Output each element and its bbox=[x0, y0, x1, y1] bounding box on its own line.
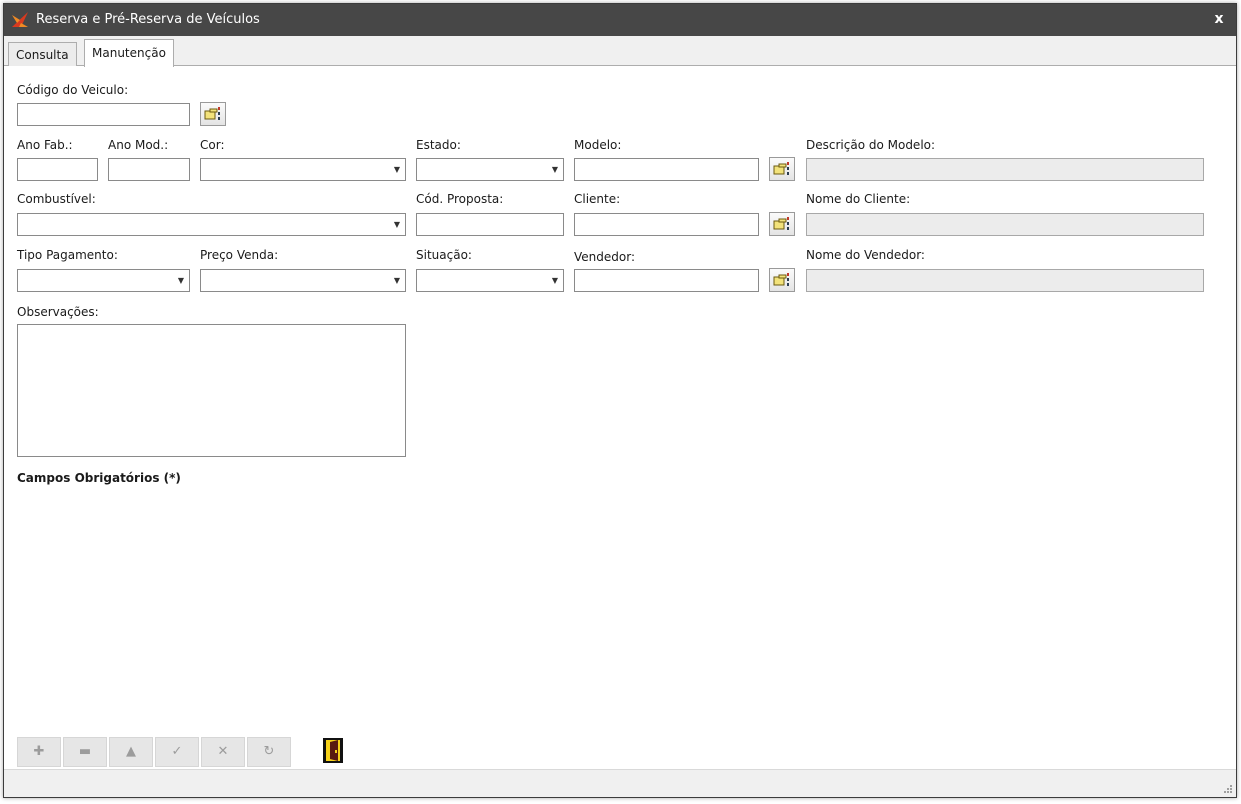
nome-cliente-label: Nome do Cliente: bbox=[806, 192, 911, 206]
ano-mod-label: Ano Mod.: bbox=[108, 138, 169, 152]
form-panel: Código do Veiculo: Ano Fab.: Ano Mod.: C… bbox=[4, 66, 1236, 706]
resize-grip-icon[interactable] bbox=[1223, 784, 1233, 794]
modelo-label: Modelo: bbox=[574, 138, 622, 152]
minus-icon: ▬ bbox=[78, 744, 92, 759]
app-logo-icon bbox=[12, 12, 28, 27]
ano-fab-label: Ano Fab.: bbox=[17, 138, 73, 152]
cliente-label: Cliente: bbox=[574, 192, 621, 206]
descricao-modelo-label: Descrição do Modelo: bbox=[806, 138, 936, 152]
combustivel-label: Combustível: bbox=[17, 192, 96, 206]
nome-vendedor-field bbox=[806, 269, 1204, 292]
triangle-up-icon: ▲ bbox=[126, 744, 136, 759]
vendedor-label: Vendedor: bbox=[574, 250, 635, 264]
refresh-button[interactable]: ↻ bbox=[247, 737, 291, 767]
edit-button[interactable]: ▲ bbox=[109, 737, 153, 767]
tab-strip: Consulta Manutenção bbox=[4, 36, 1236, 67]
vendedor-lookup-button[interactable] bbox=[769, 268, 795, 292]
check-icon: ✓ bbox=[171, 744, 183, 759]
cliente-lookup-button[interactable] bbox=[769, 212, 795, 236]
exit-door-icon bbox=[323, 738, 343, 763]
window-title: Reserva e Pré-Reserva de Veículos bbox=[36, 12, 260, 27]
modelo-input[interactable] bbox=[574, 158, 759, 181]
descricao-modelo-field bbox=[806, 158, 1204, 181]
remove-button[interactable]: ▬ bbox=[63, 737, 107, 767]
situacao-select[interactable]: ▼ bbox=[416, 269, 564, 292]
exit-button[interactable] bbox=[322, 737, 344, 764]
plus-icon: ✚ bbox=[33, 744, 45, 759]
cod-proposta-label: Cód. Proposta: bbox=[416, 192, 504, 206]
tab-consulta[interactable]: Consulta bbox=[8, 42, 77, 66]
observacoes-textarea[interactable] bbox=[17, 324, 406, 457]
combustivel-select[interactable]: ▼ bbox=[17, 213, 406, 236]
observacoes-label: Observações: bbox=[17, 305, 99, 319]
dropdown-arrow-icon: ▼ bbox=[393, 276, 400, 285]
lookup-hand-icon bbox=[773, 162, 789, 175]
codigo-veiculo-lookup-button[interactable] bbox=[200, 102, 226, 126]
confirm-button[interactable]: ✓ bbox=[155, 737, 199, 767]
nome-cliente-field bbox=[806, 213, 1204, 236]
x-icon: ✕ bbox=[217, 744, 229, 759]
lookup-hand-icon bbox=[773, 273, 789, 286]
estado-select[interactable]: ▼ bbox=[416, 158, 564, 181]
title-bar[interactable]: Reserva e Pré-Reserva de Veículos x bbox=[4, 4, 1236, 36]
cor-select[interactable]: ▼ bbox=[200, 158, 406, 181]
close-button[interactable]: x bbox=[1210, 10, 1228, 28]
dropdown-arrow-icon: ▼ bbox=[177, 276, 184, 285]
dropdown-arrow-icon: ▼ bbox=[393, 165, 400, 174]
situacao-label: Situação: bbox=[416, 248, 472, 262]
tab-manutencao[interactable]: Manutenção bbox=[84, 39, 174, 67]
cor-label: Cor: bbox=[200, 138, 225, 152]
tipo-pagamento-select[interactable]: ▼ bbox=[17, 269, 190, 292]
preco-venda-select[interactable]: ▼ bbox=[200, 269, 406, 292]
main-window: Reserva e Pré-Reserva de Veículos x Cons… bbox=[3, 3, 1237, 798]
add-button[interactable]: ✚ bbox=[17, 737, 61, 767]
codigo-veiculo-label: Código do Veiculo: bbox=[17, 83, 129, 97]
nome-vendedor-label: Nome do Vendedor: bbox=[806, 248, 925, 262]
preco-venda-label: Preço Venda: bbox=[200, 248, 279, 262]
ano-mod-input[interactable] bbox=[108, 158, 190, 181]
cliente-input[interactable] bbox=[574, 213, 759, 236]
status-bar bbox=[4, 769, 1236, 797]
dropdown-arrow-icon: ▼ bbox=[551, 165, 558, 174]
required-fields-note: Campos Obrigatórios (*) bbox=[17, 471, 181, 485]
codigo-veiculo-input[interactable] bbox=[17, 103, 190, 126]
cancel-button[interactable]: ✕ bbox=[201, 737, 245, 767]
cod-proposta-input[interactable] bbox=[416, 213, 564, 236]
modelo-lookup-button[interactable] bbox=[769, 157, 795, 181]
refresh-icon: ↻ bbox=[263, 744, 275, 759]
vendedor-input[interactable] bbox=[574, 269, 759, 292]
lookup-hand-icon bbox=[204, 107, 220, 120]
estado-label: Estado: bbox=[416, 138, 461, 152]
ano-fab-input[interactable] bbox=[17, 158, 98, 181]
lookup-hand-icon bbox=[773, 217, 789, 230]
dropdown-arrow-icon: ▼ bbox=[393, 220, 400, 229]
dropdown-arrow-icon: ▼ bbox=[551, 276, 558, 285]
tipo-pagamento-label: Tipo Pagamento: bbox=[17, 248, 118, 262]
